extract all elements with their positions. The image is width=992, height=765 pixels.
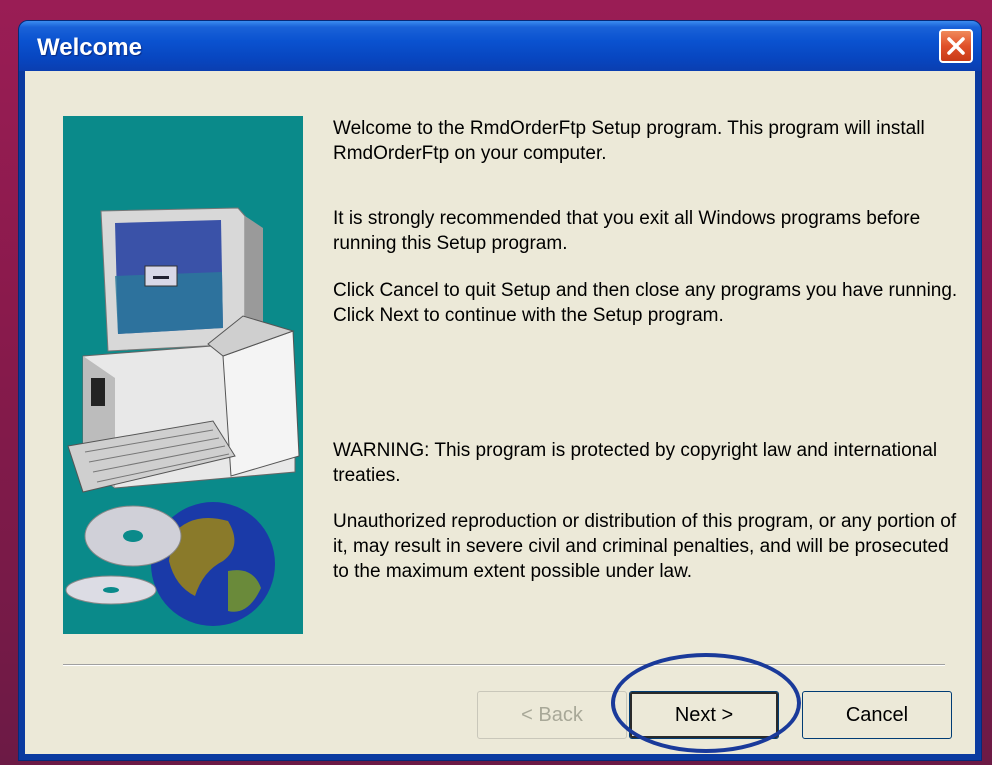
cancel-button[interactable]: Cancel	[802, 691, 952, 739]
back-button[interactable]: < Back	[477, 691, 627, 739]
instructions-text: Click Cancel to quit Setup and then clos…	[333, 280, 958, 326]
legal-text: Unauthorized reproduction or distributio…	[333, 511, 957, 582]
setup-illustration	[63, 116, 303, 634]
next-highlight-ellipse	[611, 653, 801, 753]
window-title: Welcome	[37, 34, 142, 61]
separator	[63, 664, 945, 666]
warning-text: WARNING: This program is protected by co…	[333, 440, 938, 486]
setup-window: Welcome Welcome to the RmdOrderFtp Setup…	[18, 20, 982, 761]
close-icon	[947, 37, 965, 55]
welcome-text: Welcome to the RmdOrderFtp Setup program…	[333, 118, 925, 164]
close-button[interactable]	[939, 29, 973, 63]
recommendation-text: It is strongly recommended that you exit…	[333, 208, 921, 254]
dialog-body: Welcome to the RmdOrderFtp Setup program…	[25, 71, 975, 754]
title-bar[interactable]: Welcome	[19, 21, 981, 71]
computer-setup-illustration	[65, 207, 300, 626]
